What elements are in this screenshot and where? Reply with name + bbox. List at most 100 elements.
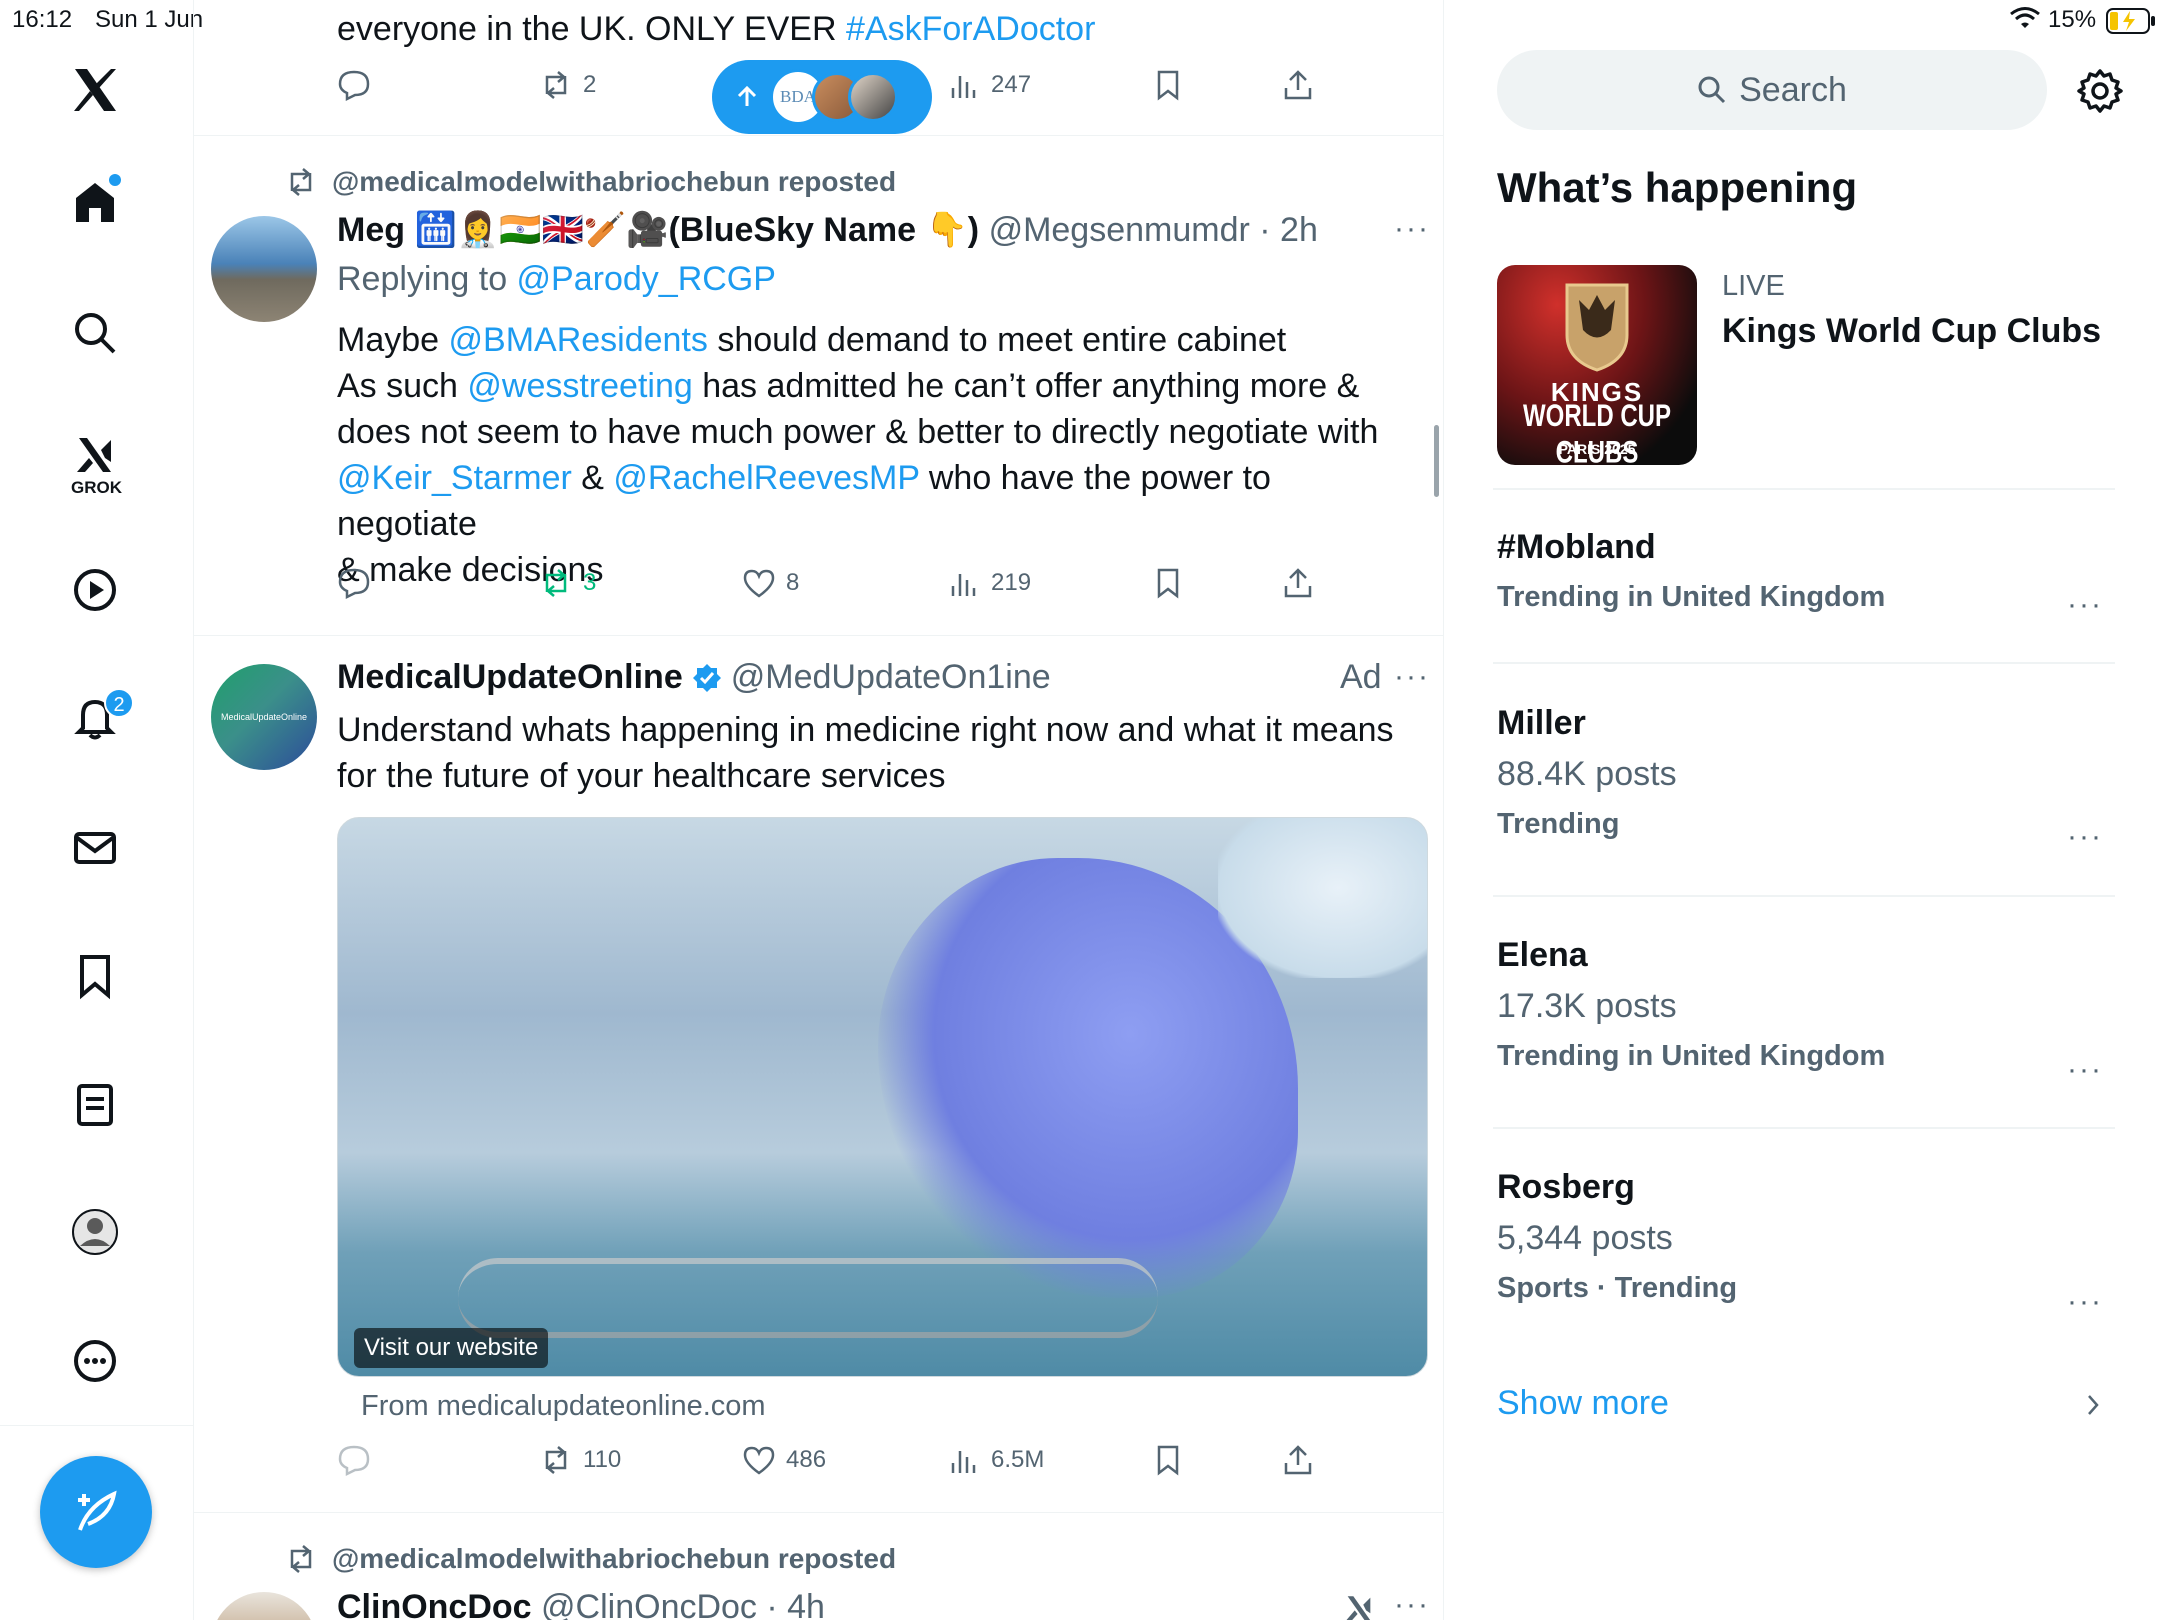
bookmark-button[interactable] xyxy=(1151,68,1185,102)
trend-divider xyxy=(1493,488,2115,490)
tweet-body-line: & make decisions xyxy=(337,547,1397,593)
search-icon xyxy=(1698,76,1726,104)
views-button[interactable]: 219 xyxy=(947,566,1031,600)
messages-envelope-icon[interactable] xyxy=(67,820,123,876)
trend-more-icon[interactable]: ··· xyxy=(2067,820,2103,854)
trend-meta: Trending in United Kingdom xyxy=(1497,581,1886,613)
share-button[interactable] xyxy=(1281,1443,1315,1477)
handle-time[interactable]: @Megsenmumdr · 2h xyxy=(989,211,1318,249)
live-event-thumbnail[interactable]: KINGS WORLD CUP CLUBS PARIS 2025 xyxy=(1497,265,1697,465)
right-sidebar: Search What’s happening KINGS WORLD CUP … xyxy=(1445,0,2160,1620)
tweet-more-icon[interactable]: ··· xyxy=(1394,212,1430,246)
sidebar-nav: GROK 2 xyxy=(0,0,194,1620)
hashtag-link[interactable]: #AskForADoctor xyxy=(846,10,1095,48)
like-button[interactable]: 8 xyxy=(742,566,799,600)
trend-divider xyxy=(1493,662,2115,664)
trend-item[interactable]: Miller 88.4K posts Trending xyxy=(1497,704,2115,864)
retweet-button[interactable]: 110 xyxy=(539,1443,621,1477)
profile-avatar-icon[interactable] xyxy=(67,1204,123,1260)
trend-meta: Sports · Trending xyxy=(1497,1272,1738,1304)
like-button[interactable]: 486 xyxy=(742,1443,826,1477)
grok-small-icon[interactable] xyxy=(1342,1592,1376,1620)
avatar[interactable] xyxy=(211,1592,317,1620)
retweet-button[interactable]: 2 xyxy=(539,68,596,102)
bookmarks-icon[interactable] xyxy=(67,948,123,1004)
visit-website-caption[interactable]: Visit our website xyxy=(354,1328,549,1368)
live-event-title[interactable]: Kings World Cup Clubs xyxy=(1722,312,2101,351)
x-logo-icon[interactable] xyxy=(67,62,123,118)
settings-gear-icon[interactable] xyxy=(2077,68,2123,119)
pill-avatar-3 xyxy=(848,72,898,122)
top-tweet-text: everyone in the UK. ONLY EVER #AskForADo… xyxy=(337,10,1096,48)
more-options-icon[interactable] xyxy=(67,1333,123,1389)
tweet-body-line: does not seem to have much power & bette… xyxy=(337,409,1397,455)
show-more-link[interactable]: Show more xyxy=(1497,1384,1669,1423)
share-button[interactable] xyxy=(1281,566,1315,600)
ad-source-link[interactable]: From medicalupdateonline.com xyxy=(361,1390,766,1423)
video-play-icon[interactable] xyxy=(67,562,123,618)
compose-post-button[interactable] xyxy=(40,1456,152,1568)
trend-item[interactable]: Rosberg 5,344 posts Sports · Trending xyxy=(1497,1168,2115,1328)
share-button[interactable] xyxy=(1281,68,1315,102)
mention-link[interactable]: @Keir_Starmer xyxy=(337,459,572,497)
handle[interactable]: @MedUpdateOn1ine xyxy=(731,658,1051,697)
tweet-text-segment: Maybe xyxy=(337,321,449,359)
tweet-body: Maybe @BMAResidents should demand to mee… xyxy=(337,317,1397,593)
retweet-button-active[interactable]: 3 xyxy=(539,566,596,600)
tweet-more-icon[interactable]: ··· xyxy=(1394,660,1430,694)
trend-more-icon[interactable]: ··· xyxy=(2067,588,2103,622)
home-unread-dot xyxy=(109,174,121,186)
grok-icon[interactable] xyxy=(67,428,123,484)
whats-happening-heading: What’s happening xyxy=(1497,164,1858,211)
kings-logo-line3: PARIS 2025 xyxy=(1558,441,1636,457)
reply-button[interactable] xyxy=(337,68,371,102)
trend-name: Elena xyxy=(1497,936,1588,974)
trend-name: Miller xyxy=(1497,704,1586,742)
handle-time[interactable]: @ClinOncDoc · 4h xyxy=(541,1588,825,1620)
search-icon[interactable] xyxy=(67,305,123,361)
sleeve-shape xyxy=(1218,818,1427,978)
chevron-right-icon[interactable] xyxy=(2083,1392,2103,1423)
search-input[interactable]: Search xyxy=(1497,50,2047,130)
ad-avatar[interactable]: MedicalUpdateOnline xyxy=(211,664,317,770)
trend-name: #Mobland xyxy=(1497,528,1656,566)
trend-posts: 88.4K posts xyxy=(1497,755,1677,793)
trend-item[interactable]: Elena 17.3K posts Trending in United Kin… xyxy=(1497,936,2115,1096)
trend-item[interactable]: #Mobland Trending in United Kingdom xyxy=(1497,528,2115,638)
tweet-body-line: @Keir_Starmer & @RachelReevesMP who have… xyxy=(337,455,1397,547)
new-posts-pill[interactable]: BDA xyxy=(712,60,932,134)
tweet-more-icon[interactable]: ··· xyxy=(1394,1588,1430,1620)
reply-button[interactable] xyxy=(337,1443,371,1477)
timeline-feed: everyone in the UK. ONLY EVER #AskForADo… xyxy=(194,0,1444,1620)
mention-link[interactable]: @BMAResidents xyxy=(449,321,708,359)
views-button[interactable]: 6.5M xyxy=(947,1443,1044,1477)
lists-icon[interactable] xyxy=(67,1077,123,1133)
bookmark-button[interactable] xyxy=(1151,566,1185,600)
retweet-small-icon xyxy=(290,1545,312,1573)
display-name[interactable]: MedicalUpdateOnline xyxy=(337,658,683,697)
replying-to-link[interactable]: @Parody_RCGP xyxy=(517,260,776,298)
tweet-body-line: Maybe @BMAResidents should demand to mee… xyxy=(337,317,1397,363)
display-name[interactable]: ClinOncDoc xyxy=(337,1588,532,1620)
mention-link[interactable]: @RachelReevesMP xyxy=(613,459,919,497)
trend-more-icon[interactable]: ··· xyxy=(2067,1285,2103,1319)
views-button[interactable]: 247 xyxy=(947,68,1031,102)
mention-link[interactable]: @wesstreeting xyxy=(467,367,692,405)
replying-to: Replying to @Parody_RCGP xyxy=(337,260,776,298)
home-icon[interactable] xyxy=(67,174,123,230)
tweet-text-segment: As such xyxy=(337,367,468,405)
grok-label: GROK xyxy=(71,478,122,497)
tweet-text-segment: does not seem to have much power & bette… xyxy=(337,413,1379,451)
reply-button[interactable] xyxy=(337,566,371,600)
tweet-body-line: As such @wesstreeting has admitted he ca… xyxy=(337,363,1397,409)
trend-more-icon[interactable]: ··· xyxy=(2067,1053,2103,1087)
display-name[interactable]: Meg 🛗👩‍⚕️🇮🇳🇬🇧🏏🎥(BlueSky Name 👇) xyxy=(337,211,979,249)
ad-media-image[interactable]: Visit our website xyxy=(337,817,1428,1377)
bookmark-button[interactable] xyxy=(1151,1443,1185,1477)
avatar[interactable] xyxy=(211,216,317,322)
retweet-small-icon xyxy=(290,168,312,196)
nav-divider xyxy=(0,1425,194,1426)
compose-feather-icon xyxy=(78,1490,117,1531)
verified-badge-icon xyxy=(692,663,721,692)
scrollbar-thumb[interactable] xyxy=(1434,425,1439,497)
